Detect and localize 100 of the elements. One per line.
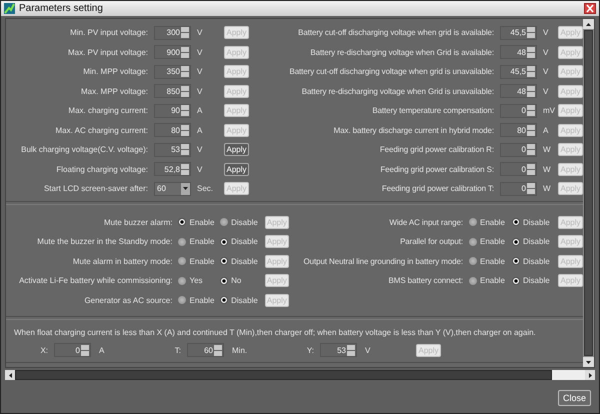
spinner-field[interactable]: 0 [54,343,91,357]
unit-label: V [542,67,550,76]
spinner-arrows-icon[interactable] [527,27,535,38]
radio-button[interactable] [512,257,520,266]
spinner-field[interactable]: 60 [187,343,224,357]
radio-button[interactable] [469,257,477,266]
spinner-arrows-icon[interactable] [181,144,189,156]
spinner-arrows-icon[interactable] [181,46,189,58]
spinner-arrows-icon[interactable] [81,344,89,356]
apply-button[interactable]: Apply [224,143,249,156]
setting-label: Max. MPP voltage: [80,86,149,96]
radio-label: Disable [231,218,258,227]
spinner-field[interactable]: 48 [500,84,537,98]
spinner-field[interactable]: 850 [154,84,191,98]
spinner-field[interactable]: 0 [500,142,537,157]
spinner-arrows-icon[interactable] [181,164,189,175]
spinner-arrows-icon[interactable] [527,46,535,58]
radio-button[interactable] [469,276,477,285]
spinner-arrows-icon[interactable] [527,66,535,78]
setting-label: Min. PV input voltage: [69,28,149,38]
scroll-down-icon[interactable] [583,357,594,367]
spinner-arrows-icon[interactable] [181,124,189,136]
radio-label: Disable [523,256,550,266]
setting-label: Max. AC charging current: [54,126,149,135]
field-label: Y: [306,346,315,354]
radio-label: Disable [523,218,550,227]
close-icon[interactable] [584,3,596,14]
setting-label: Bulk charging voltage(C.V. voltage): [20,145,149,154]
scroll-right-icon[interactable] [585,370,595,380]
spinner-field[interactable]: 80 [154,123,191,138]
radio-label: Enable [480,276,505,286]
spinner-arrows-icon[interactable] [181,105,189,116]
setting-label: Mute buzzer alarm: [103,218,174,227]
spinner-field[interactable]: 53 [320,343,357,357]
radio-button[interactable] [469,218,477,226]
radio-button[interactable] [512,238,520,246]
radio-label: No [231,276,242,286]
spinner-field[interactable]: 300 [154,26,191,40]
scroll-up-icon[interactable] [583,19,594,29]
dropdown[interactable]: 60 [154,182,191,196]
spinner-arrows-icon[interactable] [181,86,189,97]
spinner-field[interactable]: 900 [154,45,191,60]
radio-button[interactable] [220,257,228,266]
spinner-field[interactable]: 0 [500,182,537,196]
spinner-arrows-icon[interactable] [527,105,535,116]
spinner-field[interactable]: 350 [154,64,191,79]
setting-label: Generator as AC source: [83,296,174,305]
spinner-arrows-icon[interactable] [527,86,535,97]
spinner-field[interactable]: 90 [154,104,191,118]
spinner-field[interactable]: 80 [500,123,537,138]
spinner-field[interactable]: 48 [500,45,537,60]
radio-button[interactable] [220,218,228,226]
radio-button[interactable] [178,296,186,304]
radio-button[interactable] [220,296,228,304]
setting-label: BMS battery connect: [388,276,464,286]
radio-button[interactable] [178,218,186,226]
unit-label: A [196,106,204,116]
spinner-field[interactable]: 45,5 [500,64,537,79]
setting-label: Feeding grid power calibration T: [380,184,495,194]
setting-label: Min. MPP voltage: [82,67,149,76]
setting-label: Mute alarm in battery mode: [72,256,174,266]
spinner-field[interactable]: 45,5 [500,26,537,40]
radio-button[interactable] [220,238,228,246]
setting-label: Activate Li-Fe battery while commissioning: [18,276,174,286]
unit-label: V [196,48,204,57]
spinner-arrows-icon[interactable] [347,344,355,356]
unit-label: V [196,164,204,174]
setting-label: Floating charging voltage: [55,164,149,174]
radio-button[interactable] [512,276,520,285]
spinner-arrows-icon[interactable] [527,124,535,136]
app-icon [4,3,15,14]
spinner-arrows-icon[interactable] [214,344,222,356]
close-button[interactable]: Close [558,390,591,406]
radio-label: Enable [480,237,505,246]
unit-label: Sec. [196,184,214,194]
window-title: Parameters setting [19,3,104,14]
radio-button[interactable] [178,257,186,266]
radio-button[interactable] [512,218,520,226]
spinner-field[interactable]: 53 [154,142,191,157]
spinner-arrows-icon[interactable] [527,164,535,175]
unit-label: V [542,86,550,96]
radio-button[interactable] [178,238,186,246]
setting-label: Max. PV input voltage: [66,48,149,57]
radio-label: Enable [189,237,214,246]
radio-button[interactable] [178,276,186,285]
scroll-left-icon[interactable] [5,370,15,380]
caret-icon[interactable] [181,182,190,195]
spinner-field[interactable]: 0 [500,162,537,176]
radio-button[interactable] [220,276,228,285]
spinner-arrows-icon[interactable] [181,27,189,38]
unit-label: A [196,126,204,135]
spinner-arrows-icon[interactable] [181,66,189,78]
spinner-field[interactable]: 52,8 [154,162,191,176]
radio-button[interactable] [469,238,477,246]
spinner-arrows-icon[interactable] [527,144,535,156]
spinner-field[interactable]: 0 [500,104,537,118]
spinner-arrows-icon[interactable] [527,183,535,194]
setting-label: Feeding grid power calibration R: [378,145,495,154]
unit-label: W [542,184,552,194]
apply-button[interactable]: Apply [224,162,249,176]
